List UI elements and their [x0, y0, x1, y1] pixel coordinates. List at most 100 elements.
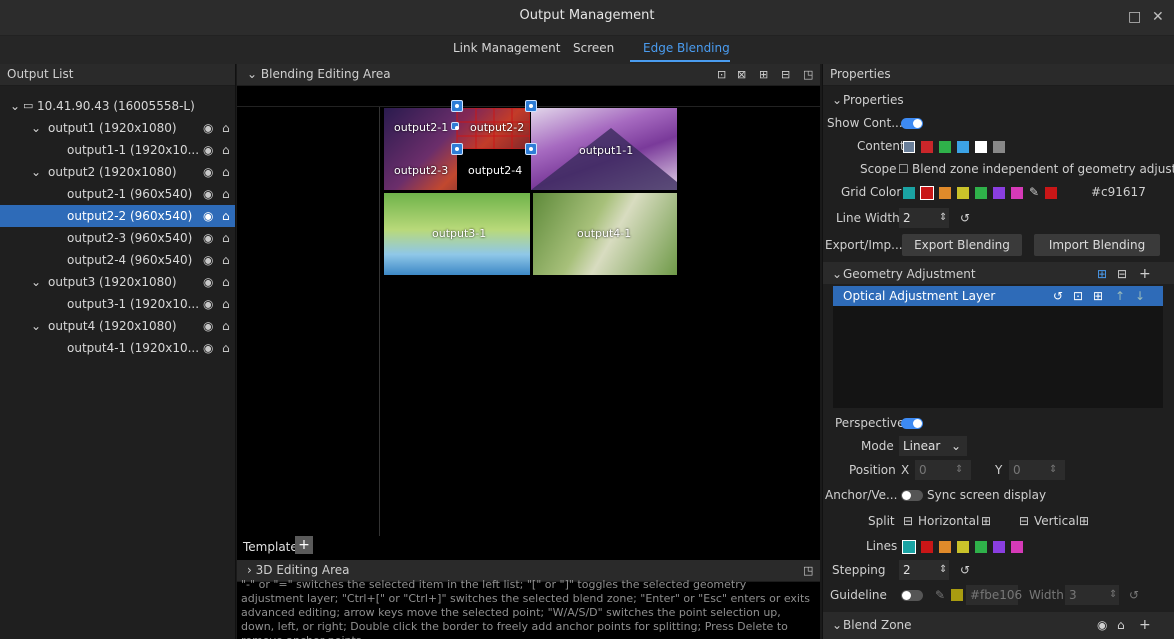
maximize-icon[interactable]: ◳ — [803, 64, 813, 85]
blend-zone-section-header[interactable]: ⌄ Blend Zone ◉ ⌂ + — [823, 614, 1174, 636]
lock-icon[interactable]: ⌂ — [222, 227, 230, 249]
grid-view-icon[interactable]: ⊞ — [1097, 263, 1107, 285]
eye-icon[interactable]: ◉ — [1097, 614, 1107, 636]
lock-icon[interactable]: ⌂ — [222, 249, 230, 271]
tree-item-output2-1[interactable]: output2-1 (960x540) ◉ ⌂ — [0, 183, 235, 205]
spin-icon[interactable]: ⇕ — [955, 459, 963, 481]
eye-icon[interactable]: ◉ — [203, 205, 213, 227]
guideline-color-hex[interactable]: #fbe106 — [966, 585, 1022, 605]
import-layer-icon[interactable]: ⊞ — [1093, 286, 1103, 306]
line-swatch-pink[interactable] — [1011, 540, 1023, 553]
lock-icon[interactable]: ⌂ — [222, 183, 230, 205]
split-horizontal-checkbox[interactable]: ⊟ — [903, 510, 913, 532]
tab-link-management[interactable]: Link Management — [453, 41, 560, 55]
tree-item-output4[interactable]: ⌄ output4 (1920x1080) ◉ ⌂ — [0, 315, 235, 337]
add-template-button[interactable]: + — [295, 536, 313, 554]
eye-icon[interactable]: ◉ — [203, 117, 213, 139]
chevron-down-icon[interactable]: ⌄ — [832, 263, 842, 285]
lock-icon[interactable]: ⌂ — [222, 315, 230, 337]
reset-icon[interactable]: ↺ — [960, 559, 970, 581]
lock-icon[interactable]: ⌂ — [222, 205, 230, 227]
line-swatch-green[interactable] — [975, 540, 987, 553]
eye-icon[interactable]: ◉ — [203, 227, 213, 249]
tile-output1[interactable]: output1-1 — [531, 108, 677, 190]
perspective-toggle[interactable] — [901, 418, 923, 429]
zoom-in-icon[interactable]: ⊞ — [759, 64, 768, 85]
tree-item-output2-3[interactable]: output2-3 (960x540) ◉ ⌂ — [0, 227, 235, 249]
eye-icon[interactable]: ◉ — [203, 249, 213, 271]
chevron-down-icon[interactable]: ⌄ — [832, 89, 842, 111]
tree-item-output1-1[interactable]: output1-1 (1920x10... ◉ ⌂ — [0, 139, 235, 161]
add-vertical-icon[interactable]: ⊞ — [1079, 510, 1089, 532]
move-up-icon[interactable]: ↑ — [1115, 286, 1125, 306]
chevron-down-icon[interactable]: ⌄ — [832, 614, 842, 636]
reset-layer-icon[interactable]: ↺ — [1053, 286, 1063, 306]
chevron-down-icon[interactable]: ⌄ — [10, 95, 20, 117]
spin-icon[interactable]: ⇕ — [1049, 459, 1057, 481]
line-swatch-red[interactable] — [921, 540, 933, 553]
lock-icon[interactable]: ⌂ — [1117, 614, 1125, 636]
eye-icon[interactable]: ◉ — [203, 271, 213, 293]
anchor-handle[interactable] — [525, 100, 537, 112]
tab-screen[interactable]: Screen — [573, 41, 614, 55]
grid-swatch-green[interactable] — [975, 186, 987, 199]
spin-icon[interactable]: ⇕ — [939, 559, 947, 581]
show-content-toggle[interactable] — [901, 118, 923, 129]
scope-checkbox[interactable]: ☐ — [898, 158, 909, 180]
eye-icon[interactable]: ◉ — [203, 337, 213, 359]
fit-view-icon[interactable]: ⊡ — [717, 64, 726, 85]
grid-swatch-purple[interactable] — [993, 186, 1005, 199]
tree-item-output2-2[interactable]: output2-2 (960x540) ◉ ⌂ — [0, 205, 235, 227]
eye-icon[interactable]: ◉ — [203, 293, 213, 315]
lock-icon[interactable]: ⌂ — [222, 293, 230, 315]
tree-item-output4-1[interactable]: output4-1 (1920x10... ◉ ⌂ — [0, 337, 235, 359]
export-layer-icon[interactable]: ⊡ — [1073, 286, 1083, 306]
grid-swatch-orange[interactable] — [939, 186, 951, 199]
chevron-down-icon[interactable]: ⌄ — [31, 271, 41, 293]
content-swatch-red[interactable] — [921, 140, 933, 153]
anchor-handle[interactable] — [451, 100, 463, 112]
import-blending-button[interactable]: Import Blending Data — [1034, 234, 1160, 274]
reset-view-icon[interactable]: ⊠ — [737, 64, 746, 85]
guideline-color-swatch[interactable] — [951, 589, 963, 601]
line-swatch-orange[interactable] — [939, 540, 951, 553]
spin-icon[interactable]: ⇕ — [1109, 584, 1117, 606]
lock-icon[interactable]: ⌂ — [222, 161, 230, 183]
geometry-section-header[interactable]: ⌄ Geometry Adjustment ⊞ ⊟ + — [823, 263, 1174, 285]
color-picker-icon[interactable]: ✎ — [935, 584, 945, 606]
tab-edge-blending[interactable]: Edge Blending — [643, 41, 730, 55]
tree-item-output1[interactable]: ⌄ output1 (1920x1080) ◉ ⌂ — [0, 117, 235, 139]
anchor-handle[interactable] — [525, 143, 537, 155]
tile-output4[interactable]: output4-1 — [533, 193, 677, 275]
sync-screen-toggle[interactable] — [901, 490, 923, 501]
split-vertical-checkbox[interactable]: ⊟ — [1019, 510, 1029, 532]
tree-item-output2[interactable]: ⌄ output2 (1920x1080) ◉ ⌂ — [0, 161, 235, 183]
layer-item-optical[interactable]: Optical Adjustment Layer ↺ ⊡ ⊞ ↑ ↓ — [833, 286, 1163, 306]
lock-icon[interactable]: ⌂ — [222, 117, 230, 139]
add-blend-zone-icon[interactable]: + — [1139, 614, 1151, 636]
chevron-down-icon[interactable]: ⌄ — [247, 67, 261, 81]
image-content-icon[interactable] — [903, 140, 915, 153]
close-window-icon[interactable]: ✕ — [1152, 9, 1164, 25]
table-view-icon[interactable]: ⊟ — [1117, 263, 1127, 285]
tree-item-output3-1[interactable]: output3-1 (1920x10... ◉ ⌂ — [0, 293, 235, 315]
guideline-toggle[interactable] — [901, 590, 923, 601]
lock-icon[interactable]: ⌂ — [222, 271, 230, 293]
eye-icon[interactable]: ◉ — [203, 161, 213, 183]
properties-section-header[interactable]: ⌄ Properties — [823, 89, 1174, 111]
content-swatch-green[interactable] — [939, 140, 951, 153]
tree-item-output3[interactable]: ⌄ output3 (1920x1080) ◉ ⌂ — [0, 271, 235, 293]
zoom-out-icon[interactable]: ⊟ — [781, 64, 790, 85]
tile-output3[interactable]: output3-1 — [384, 193, 530, 275]
grid-swatch-pink[interactable] — [1011, 186, 1023, 199]
content-swatch-blue[interactable] — [957, 140, 969, 153]
mode-select[interactable]: Linear ⌄ — [899, 436, 967, 456]
add-horizontal-icon[interactable]: ⊞ — [981, 510, 991, 532]
reset-icon[interactable]: ↺ — [1129, 584, 1139, 606]
chevron-right-icon[interactable]: › — [247, 563, 256, 577]
anchor-handle[interactable] — [451, 143, 463, 155]
line-swatch-teal[interactable] — [902, 539, 916, 554]
eye-icon[interactable]: ◉ — [203, 315, 213, 337]
chevron-down-icon[interactable]: ⌄ — [31, 161, 41, 183]
blending-editing-area[interactable]: ⌄ Blending Editing Area ⊡ ⊠ ⊞ ⊟ ◳ output… — [237, 64, 820, 639]
